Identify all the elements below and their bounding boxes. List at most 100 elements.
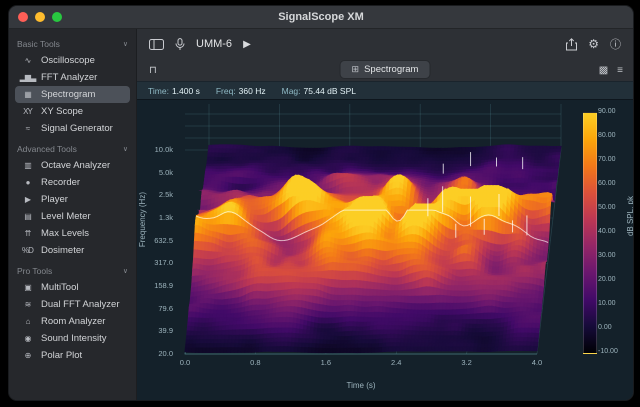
- sidebar-item-oscilloscope[interactable]: ∿ Oscilloscope: [15, 52, 130, 69]
- polar-plot-icon: ⊕: [19, 351, 36, 360]
- freq-tick-label: 632.5: [137, 237, 173, 245]
- sidebar-section-header-pro-tools[interactable]: Pro Tools∨: [17, 266, 128, 276]
- time-tick-label: 4.0: [532, 359, 542, 367]
- input-device-selector[interactable]: UMM-6: [196, 38, 232, 50]
- view-tab-bar: ⊓ ⊞ Spectrogram ▩ ≡: [137, 59, 633, 81]
- freq-tick-label: 79.6: [137, 305, 173, 313]
- time-tick-label: 3.2: [461, 359, 471, 367]
- sound-intensity-icon: ◉: [19, 334, 36, 343]
- app-window: SignalScope XM Basic Tools ∨ ∿ Oscilloscope…: [8, 5, 634, 401]
- colorbar-tick-label: -10.00: [598, 348, 625, 356]
- freq-tick-label: 2.5k: [137, 191, 173, 199]
- signal-generator-icon: ≈: [19, 124, 36, 133]
- colorbar-title: dB SPL, pk: [626, 196, 633, 236]
- spectrogram-plot-area: Frequency (Hz) Time (s) dB SPL, pk 10.0k…: [137, 100, 633, 400]
- sidebar-item-dual-fft-analyzer[interactable]: ≋ Dual FFT Analyzer: [15, 296, 130, 313]
- colorbar-tick-label: 90.00: [598, 108, 625, 116]
- colorbar-tick-label: 80.00: [598, 132, 625, 140]
- sidebar-item-label: Dual FFT Analyzer: [41, 299, 120, 310]
- display-options-icon[interactable]: ≡: [617, 65, 623, 76]
- sidebar-item-label: Recorder: [41, 177, 80, 188]
- spectrogram-3d-surface[interactable]: [177, 104, 573, 370]
- sidebar-item-label: Oscilloscope: [41, 55, 95, 66]
- main-area: UMM-6 ▶ ⚙ ⓘ ⊓ ⊞ Spectrogram ▩ ≡: [137, 29, 633, 400]
- colorbar-tick-label: 10.00: [598, 300, 625, 308]
- sidebar-item-label: Octave Analyzer: [41, 160, 110, 171]
- sidebar-item-spectrogram[interactable]: ▦ Spectrogram: [15, 86, 130, 103]
- meter-scale-icon[interactable]: ⊓: [149, 65, 157, 76]
- sidebar-section-header-basic-tools[interactable]: Basic Tools ∨: [17, 39, 128, 49]
- recorder-icon: ●: [19, 178, 36, 187]
- sidebar-item-label: XY Scope: [41, 106, 83, 117]
- dual-fft-icon: ≋: [19, 300, 36, 309]
- oscilloscope-icon: ∿: [19, 56, 36, 65]
- x-axis-title: Time (s): [346, 381, 375, 390]
- play-button[interactable]: ▶: [243, 39, 251, 50]
- sidebar-item-level-meter[interactable]: ▤Level Meter: [15, 208, 130, 225]
- colorbar-tick-label: 40.00: [598, 228, 625, 236]
- time-tick-label: 2.4: [391, 359, 401, 367]
- mag-readout: Mag:75.44 dB SPL: [282, 86, 356, 96]
- freq-readout: Freq:360 Hz: [216, 86, 266, 96]
- colorbar-tick-label: 0.00: [598, 324, 625, 332]
- colorbar-tick-label: 50.00: [598, 204, 625, 212]
- xy-scope-icon: XY: [19, 107, 36, 116]
- minimize-window-button[interactable]: [35, 12, 45, 22]
- info-icon[interactable]: ⓘ: [610, 36, 621, 52]
- dosimeter-icon: %D: [19, 246, 36, 255]
- sidebar-item-label: Max Levels: [41, 228, 89, 239]
- time-readout: Time:1.400 s: [148, 86, 200, 96]
- sidebar-item-multitool[interactable]: ▣ MultiTool: [15, 279, 130, 296]
- sidebar-item-room-analyzer[interactable]: ⌂Room Analyzer: [15, 313, 130, 330]
- sidebar: Basic Tools ∨ ∿ Oscilloscope ▂▆▃ FFT Analyzer…: [9, 29, 137, 400]
- window-title: SignalScope XM: [9, 11, 633, 23]
- fft-analyzer-icon: ▂▆▃: [19, 73, 36, 82]
- sidebar-toggle-icon[interactable]: [149, 39, 164, 50]
- sidebar-item-label: Sound Intensity: [41, 333, 107, 344]
- sidebar-item-dosimeter[interactable]: %DDosimeter: [15, 242, 130, 259]
- chevron-down-icon: ∨: [123, 145, 128, 153]
- chevron-down-icon: ∨: [123, 40, 128, 48]
- freq-tick-label: 1.3k: [137, 214, 173, 222]
- freq-tick-label: 39.9: [137, 327, 173, 335]
- sidebar-item-max-levels[interactable]: ⇈ Max Levels: [15, 225, 130, 242]
- octave-analyzer-icon: ▥: [19, 161, 36, 170]
- share-icon[interactable]: [566, 38, 577, 51]
- sidebar-item-label: MultiTool: [41, 282, 79, 293]
- time-tick-label: 0.8: [250, 359, 260, 367]
- sidebar-item-sound-intensity[interactable]: ◉ Sound Intensity: [15, 330, 130, 347]
- zoom-window-button[interactable]: [52, 12, 62, 22]
- sidebar-item-polar-plot[interactable]: ⊕ Polar Plot: [15, 347, 130, 364]
- microphone-icon[interactable]: [175, 38, 185, 51]
- freq-tick-label: 317.0: [137, 259, 173, 267]
- close-window-button[interactable]: [18, 12, 28, 22]
- window-controls: [9, 12, 62, 22]
- cursor-readout-bar: Time:1.400 s Freq:360 Hz Mag:75.44 dB SP…: [137, 81, 633, 100]
- section-label: Advanced Tools: [17, 144, 77, 154]
- freq-tick-label: 158.9: [137, 282, 173, 290]
- colorbar-tick-label: 20.00: [598, 276, 625, 284]
- title-bar: SignalScope XM: [9, 6, 633, 29]
- sidebar-item-signal-generator[interactable]: ≈ Signal Generator: [15, 120, 130, 137]
- colorbar-tick-label: 30.00: [598, 252, 625, 260]
- spectrogram-icon: ▦: [19, 90, 36, 99]
- sidebar-item-xy-scope[interactable]: XY XY Scope: [15, 103, 130, 120]
- sidebar-item-recorder[interactable]: ● Recorder: [15, 174, 130, 191]
- tab-spectrogram[interactable]: ⊞ Spectrogram: [340, 60, 431, 79]
- sidebar-item-player[interactable]: ▶Player: [15, 191, 130, 208]
- waterfall-view-icon[interactable]: ▩: [599, 65, 608, 76]
- colorbar[interactable]: [583, 112, 597, 354]
- sidebar-item-label: FFT Analyzer: [41, 72, 97, 83]
- sidebar-item-fft-analyzer[interactable]: ▂▆▃ FFT Analyzer: [15, 69, 130, 86]
- sidebar-section-header-advanced-tools[interactable]: Advanced Tools ∨: [17, 144, 128, 154]
- sidebar-item-label: Spectrogram: [41, 89, 95, 100]
- gear-icon[interactable]: ⚙: [588, 37, 599, 51]
- max-levels-icon: ⇈: [19, 229, 36, 238]
- sidebar-item-label: Signal Generator: [41, 123, 113, 134]
- section-label: Basic Tools: [17, 39, 60, 49]
- level-meter-icon: ▤: [19, 212, 36, 221]
- sidebar-item-octave-analyzer[interactable]: ▥ Octave Analyzer: [15, 157, 130, 174]
- multitool-icon: ▣: [19, 283, 36, 292]
- sidebar-item-label: Polar Plot: [41, 350, 82, 361]
- room-analyzer-icon: ⌂: [19, 317, 36, 326]
